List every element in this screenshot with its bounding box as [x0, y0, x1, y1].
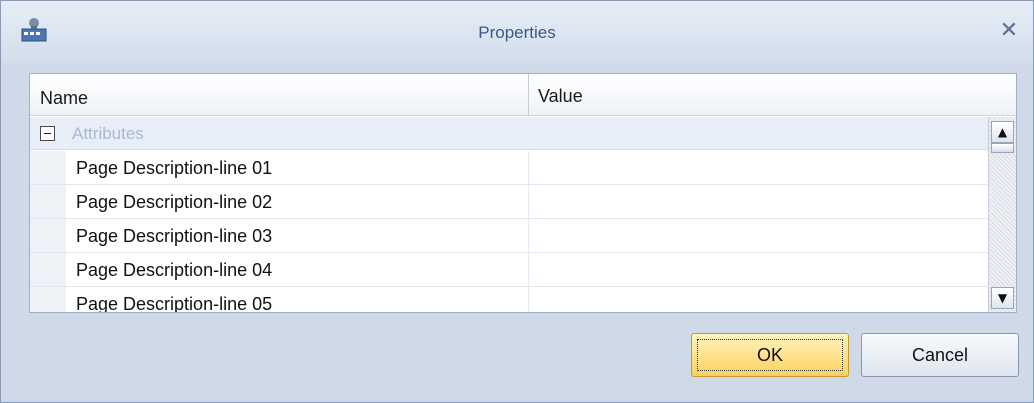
cell-divider — [528, 151, 529, 184]
category-row-attributes[interactable]: Attributes — [30, 117, 988, 150]
property-name: Page Description-line 04 — [76, 260, 273, 280]
dialog-title: Properties — [478, 23, 556, 42]
focus-outline — [697, 339, 843, 371]
vertical-scrollbar[interactable]: ▲ ▼ — [988, 117, 1016, 312]
collapse-icon[interactable] — [40, 126, 55, 141]
grid-header: Name Value — [30, 74, 1016, 116]
cancel-button[interactable]: Cancel — [861, 333, 1019, 377]
scroll-up-icon[interactable]: ▲ — [991, 121, 1014, 143]
property-row[interactable]: Page Description-line 02 — [30, 185, 988, 219]
cell-divider — [528, 287, 529, 312]
property-name: Page Description-line 01 — [76, 158, 273, 178]
property-row[interactable]: Page Description-line 01 — [30, 151, 988, 185]
cell-divider — [528, 185, 529, 218]
cancel-button-label: Cancel — [911, 345, 969, 365]
property-row[interactable]: Page Description-line 04 — [30, 253, 988, 287]
row-gutter — [30, 219, 66, 252]
row-gutter — [30, 185, 66, 218]
column-header-value[interactable]: Value — [538, 86, 583, 107]
property-name: Page Description-line 03 — [76, 226, 273, 246]
property-grid: Name Value Attributes Page Description-l… — [29, 73, 1017, 313]
property-name: Page Description-line 02 — [76, 192, 273, 212]
row-gutter — [30, 287, 66, 312]
scroll-thumb[interactable] — [991, 143, 1014, 153]
property-name: Page Description-line 05 — [76, 294, 273, 313]
category-label: Attributes — [72, 124, 144, 143]
cell-divider — [528, 253, 529, 286]
scroll-down-icon[interactable]: ▼ — [991, 287, 1014, 309]
cell-divider — [528, 219, 529, 252]
property-row[interactable]: Page Description-line 05 — [30, 287, 988, 313]
column-divider[interactable] — [528, 74, 529, 116]
row-gutter — [30, 253, 66, 286]
ok-button[interactable]: OK — [691, 333, 849, 377]
close-icon[interactable]: ✕ — [997, 20, 1021, 43]
property-row[interactable]: Page Description-line 03 — [30, 219, 988, 253]
row-gutter — [30, 151, 66, 184]
properties-dialog: Properties ✕ Name Value Attributes Page … — [0, 0, 1034, 403]
title-bar[interactable]: Properties ✕ — [1, 1, 1033, 63]
column-header-name[interactable]: Name — [40, 88, 88, 109]
